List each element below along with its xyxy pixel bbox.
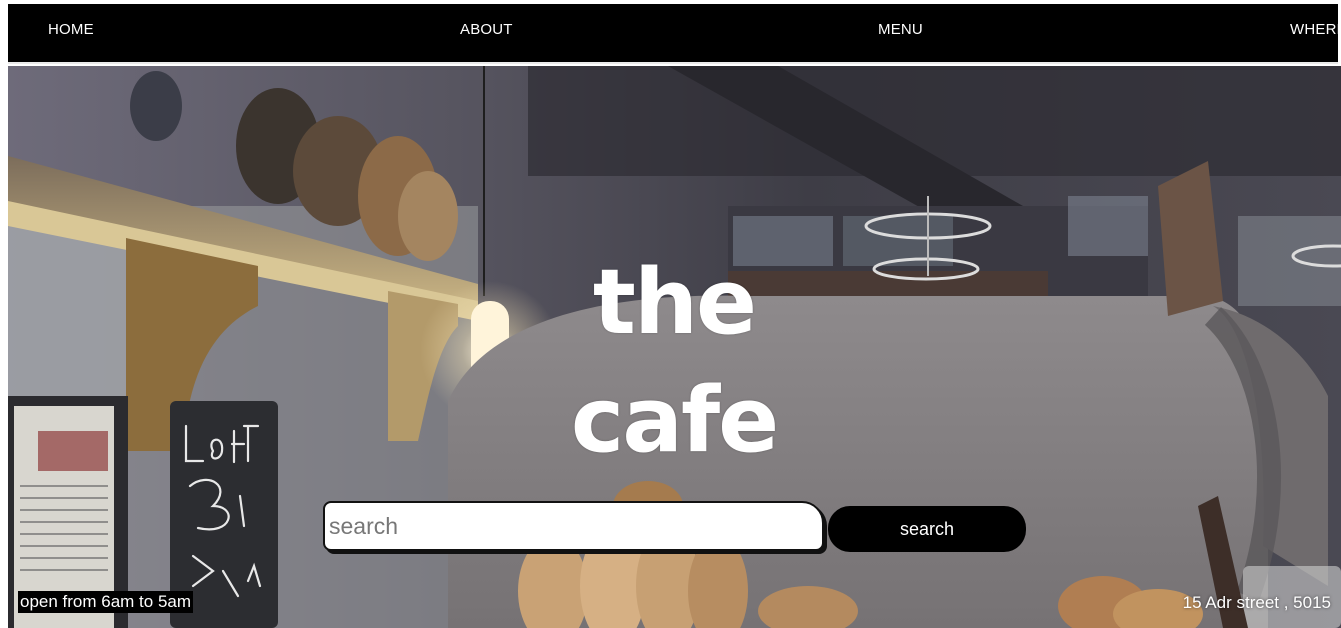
hero-section: the cafe search open from 6am to 5am 15 … xyxy=(8,66,1341,628)
hero-title-line-1: the xyxy=(592,250,757,356)
top-navigation: HOME ABOUT MENU WHERE xyxy=(8,4,1341,64)
nav-menu-link[interactable]: MENU xyxy=(878,21,923,38)
hero-title: the cafe xyxy=(568,244,780,480)
nav-about-link[interactable]: ABOUT xyxy=(460,21,513,38)
search-button[interactable]: search xyxy=(828,506,1026,552)
address: 15 Adr street , 5015 xyxy=(1182,593,1331,612)
nav-where-link[interactable]: WHERE xyxy=(1290,21,1341,38)
hero-title-line-2: cafe xyxy=(570,368,779,474)
search-input[interactable] xyxy=(323,501,824,551)
page: HOME ABOUT MENU WHERE xyxy=(0,0,1341,628)
nav-home-link[interactable]: HOME xyxy=(48,21,94,38)
opening-hours: open from 6am to 5am xyxy=(18,591,194,613)
